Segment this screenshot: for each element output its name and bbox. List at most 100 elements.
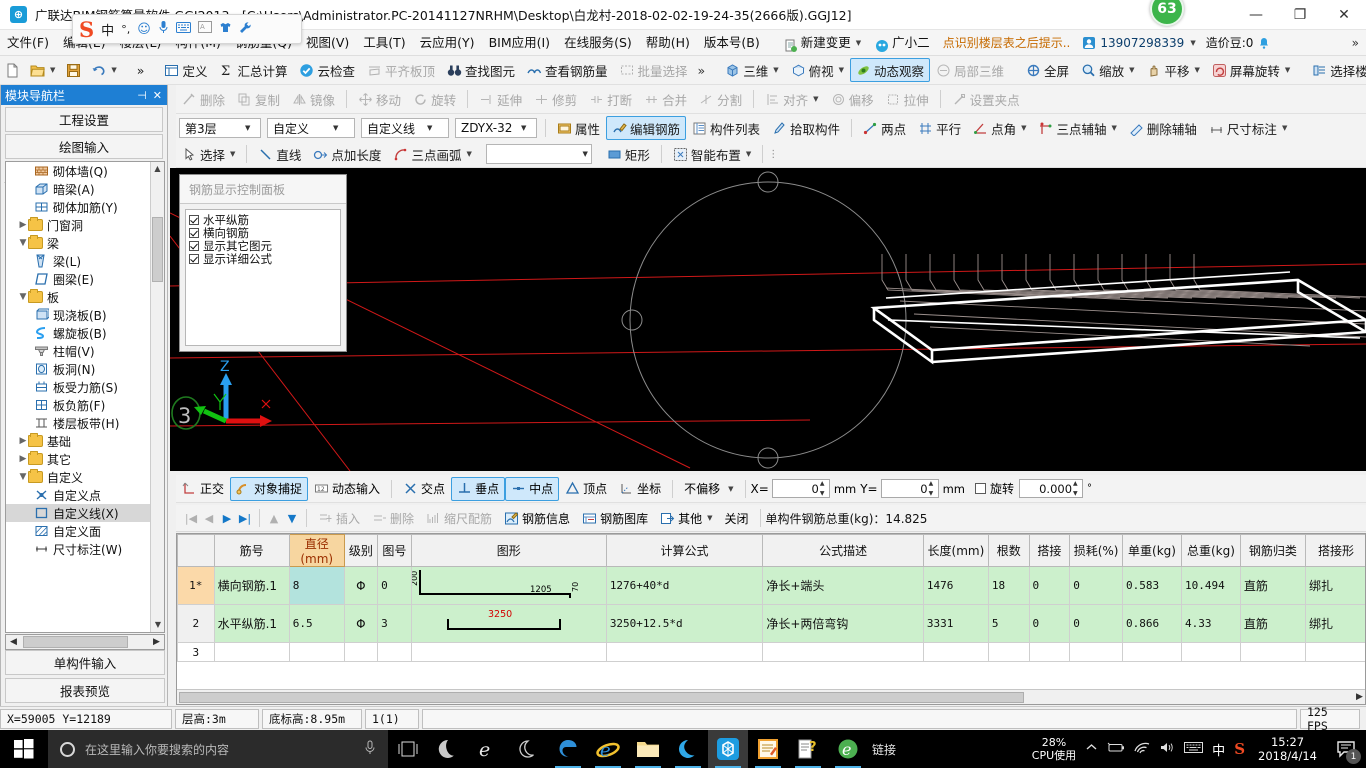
- dimension-button[interactable]: 尺寸标注▼: [1203, 116, 1293, 140]
- th-count[interactable]: 根数: [988, 535, 1029, 567]
- guangxiaoer-button[interactable]: 广小二: [868, 30, 937, 56]
- point-length-button[interactable]: 点加长度: [307, 142, 387, 166]
- cell-count[interactable]: 18: [988, 567, 1029, 605]
- close-panel-button[interactable]: 关闭: [718, 506, 754, 530]
- tree-expander-icon[interactable]: ▶: [18, 220, 28, 230]
- th-rebar-no[interactable]: 筋号: [214, 535, 289, 567]
- task-view-button[interactable]: [388, 730, 428, 768]
- align-button[interactable]: 对齐▼: [759, 87, 824, 111]
- tree-expander-icon[interactable]: ▶: [18, 454, 28, 464]
- cell-lap[interactable]: 0: [1029, 605, 1070, 643]
- tree-item[interactable]: 现浇板(B): [6, 306, 151, 324]
- th-shape[interactable]: 图形: [411, 535, 606, 567]
- find-element-button[interactable]: 查找图元: [441, 58, 521, 82]
- view-3d-button[interactable]: 三维▼: [719, 58, 784, 82]
- cell-rebar-no[interactable]: 水平纵筋.1: [214, 605, 289, 643]
- notification-center-button[interactable]: 1: [1330, 730, 1362, 768]
- th-formula-desc[interactable]: 公式描述: [763, 535, 924, 567]
- pin-icon[interactable]: ⊣: [137, 89, 147, 102]
- cell-grade[interactable]: Φ: [344, 567, 378, 605]
- tree-scroll-left-button[interactable]: ◀: [6, 637, 21, 647]
- taskbar-icon-notepad[interactable]: [748, 730, 788, 768]
- rotate-checkbox[interactable]: [975, 483, 986, 494]
- nav-section-drawing-input[interactable]: 绘图输入: [5, 134, 163, 159]
- tree-expander-icon[interactable]: ▶: [18, 436, 28, 446]
- component-tree[interactable]: 框柱(Z)暗柱(Z)端柱(Z)构造柱(Z)▼墙剪力墙(Q)人防门框墙(RF砌体墙…: [5, 161, 165, 633]
- cell-loss[interactable]: [1070, 643, 1123, 662]
- select-floor-button[interactable]: 选择楼层: [1306, 58, 1366, 82]
- ime-voice-icon[interactable]: [158, 20, 169, 38]
- close-nav-icon[interactable]: ✕: [153, 89, 162, 102]
- undo-button[interactable]: ▼: [85, 58, 122, 82]
- taskbar-icon-help[interactable]: ?: [788, 730, 828, 768]
- sogou-tray-icon[interactable]: S: [1234, 740, 1245, 758]
- orbit-button[interactable]: 动态观察: [850, 58, 930, 82]
- wifi-icon[interactable]: [1134, 741, 1150, 757]
- rectangle-tool-button[interactable]: 矩形: [601, 142, 656, 166]
- tree-item[interactable]: 板受力筋(S): [6, 378, 151, 396]
- smart-layout-button[interactable]: 智能布置▼: [667, 142, 757, 166]
- tree-item[interactable]: 自定义面: [6, 522, 151, 540]
- three-point-arc-button[interactable]: 三点画弧▼: [387, 142, 477, 166]
- toolbar-overflow-2[interactable]: »: [694, 58, 710, 82]
- pick-component-button[interactable]: 拾取构件: [766, 116, 846, 140]
- tree-item[interactable]: ▶基础: [6, 432, 151, 450]
- cell-unit-weight[interactable]: [1123, 643, 1182, 662]
- cell-lap[interactable]: [1029, 643, 1070, 662]
- tree-scroll-down-button[interactable]: ▼: [151, 618, 165, 632]
- component-selector[interactable]: ZDYX-32 ▼: [455, 118, 537, 138]
- taskbar-icon-ie-2[interactable]: e: [588, 730, 628, 768]
- table-horizontal-scrollbar[interactable]: ▶: [177, 689, 1366, 704]
- tree-horizontal-scrollbar[interactable]: ◀ ▶: [5, 634, 165, 650]
- type-selector[interactable]: 自定义线 ▼: [361, 118, 449, 138]
- two-point-axis-button[interactable]: 两点: [857, 116, 912, 140]
- other-button[interactable]: 其他▼: [654, 506, 718, 530]
- th-category[interactable]: 钢筋归类: [1240, 535, 1305, 567]
- open-file-button[interactable]: ▼: [24, 58, 61, 82]
- extend-button[interactable]: 延伸: [473, 87, 528, 111]
- tree-item[interactable]: 螺旋板(B): [6, 324, 151, 342]
- menu-file[interactable]: 文件(F): [0, 30, 56, 56]
- microphone-icon[interactable]: [364, 740, 376, 759]
- battery-icon[interactable]: [1107, 741, 1125, 757]
- tree-scroll-up-button[interactable]: ▲: [151, 162, 164, 176]
- tree-item[interactable]: 尺寸标注(W): [6, 540, 151, 558]
- cell-formula-desc[interactable]: 净长+端头: [763, 567, 924, 605]
- maximize-button[interactable]: ❐: [1278, 0, 1322, 30]
- ime-skin-icon[interactable]: [219, 21, 232, 38]
- snap-vertex-toggle[interactable]: 顶点: [559, 477, 613, 501]
- checkbox-show-other-elements[interactable]: [189, 241, 199, 251]
- cell-length[interactable]: 3331: [923, 605, 988, 643]
- nav-section-project-settings[interactable]: 工程设置: [5, 107, 163, 132]
- taskbar-icon-spiral[interactable]: [508, 730, 548, 768]
- taskbar-icon-explorer[interactable]: [628, 730, 668, 768]
- ime-settings-icon[interactable]: [239, 21, 252, 38]
- tree-item[interactable]: 板洞(N): [6, 360, 151, 378]
- component-list-button[interactable]: 构件列表: [686, 116, 766, 140]
- th-figure-no[interactable]: 图号: [378, 535, 412, 567]
- bell-icon[interactable]: [1257, 36, 1271, 50]
- taskbar-icon-chrome-variant[interactable]: [428, 730, 468, 768]
- cell-loss[interactable]: 0: [1070, 567, 1123, 605]
- prev-row-button[interactable]: ◀: [200, 512, 218, 525]
- cell-formula[interactable]: [606, 643, 763, 662]
- tree-item[interactable]: 柱帽(V): [6, 342, 151, 360]
- th-lap-form[interactable]: 搭接形: [1305, 535, 1366, 567]
- tree-item[interactable]: ▶门窗洞: [6, 216, 151, 234]
- zoom-button[interactable]: 缩放▼: [1075, 58, 1140, 82]
- rebar-library-button[interactable]: 钢筋图库: [576, 506, 654, 530]
- snap-intersection-toggle[interactable]: 交点: [397, 477, 451, 501]
- cell-diameter[interactable]: [289, 643, 344, 662]
- offset-button[interactable]: 偏移: [825, 87, 880, 111]
- tree-item[interactable]: 圈梁(E): [6, 270, 151, 288]
- tree-item[interactable]: 自定义线(X): [6, 504, 151, 522]
- taskbar-icon-green-browser[interactable]: e: [828, 730, 868, 768]
- set-grip-button[interactable]: 设置夹点: [946, 87, 1026, 111]
- tree-scroll-right-button[interactable]: ▶: [149, 637, 164, 647]
- keyboard-tray-icon[interactable]: [1184, 741, 1203, 757]
- rotate-button[interactable]: 旋转: [407, 87, 462, 111]
- cell-rebar-no[interactable]: 横向钢筋.1: [214, 567, 289, 605]
- cell-total-weight[interactable]: [1181, 643, 1240, 662]
- cell-figure-no[interactable]: 0: [378, 567, 412, 605]
- cell-lap-form[interactable]: 绑扎: [1305, 567, 1366, 605]
